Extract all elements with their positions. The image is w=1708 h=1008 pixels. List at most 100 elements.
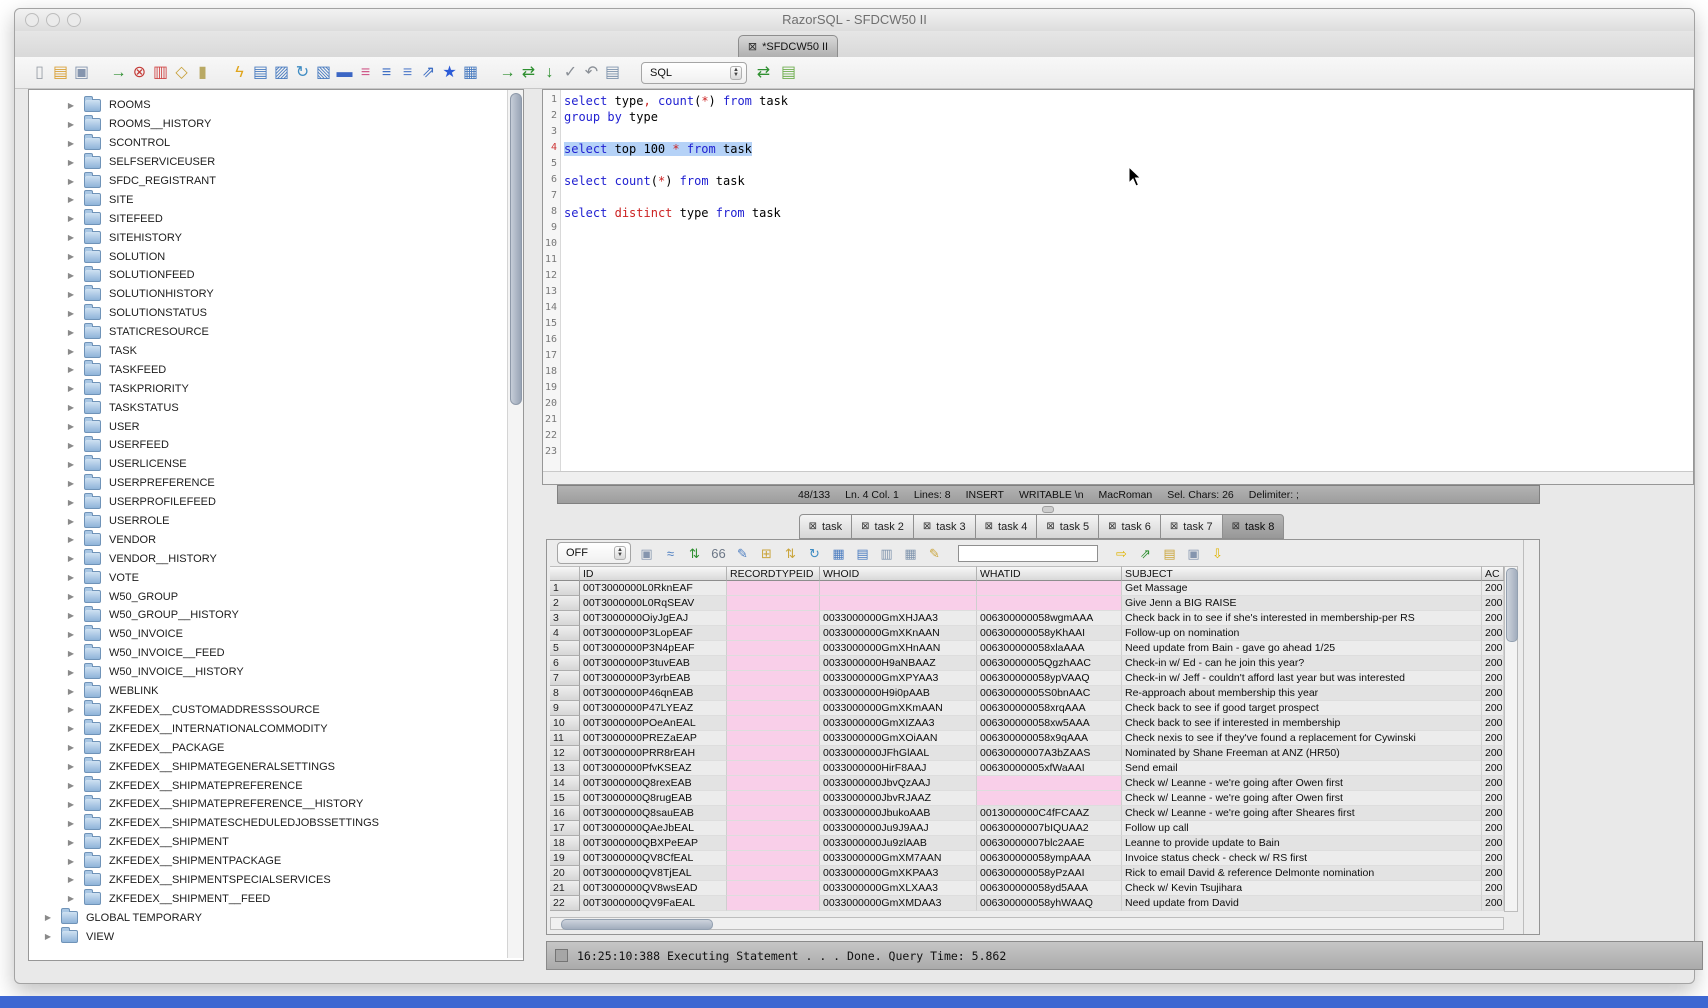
cell-id[interactable]: 00T3000000Q8rugEAB <box>580 791 727 806</box>
sidebar-scrollbar[interactable] <box>507 90 523 958</box>
column-header-AC[interactable]: AC <box>1482 566 1504 581</box>
expand-triangle-icon[interactable]: ▶ <box>64 705 78 714</box>
table-row[interactable]: 1900T3000000QV8CfEAL0033000000GmXM7AAN00… <box>550 851 1504 866</box>
tree-item-zkfedex-shipmentpackage[interactable]: ▶ZKFEDEX__SHIPMENTPACKAGE <box>29 852 507 871</box>
expand-triangle-icon[interactable]: ▶ <box>64 894 78 903</box>
tree-item-taskpriority[interactable]: ▶TASKPRIORITY <box>29 379 507 398</box>
column-header-WHATID[interactable]: WHATID <box>977 566 1122 581</box>
cell-whoid[interactable] <box>820 581 977 596</box>
save-results-icon[interactable]: ▣ <box>638 547 655 560</box>
cell-ac[interactable]: 200 <box>1482 626 1504 641</box>
cell-rownum[interactable]: 11 <box>550 731 580 746</box>
cell-id[interactable]: 00T3000000P3tuvEAB <box>580 656 727 671</box>
connect-icon[interactable]: → <box>108 65 129 81</box>
column-header-rownum[interactable] <box>550 566 580 581</box>
table-row[interactable]: 300T3000000OiyJgEAJ0033000000GmXHJAA3006… <box>550 611 1504 626</box>
cell-ac[interactable]: 200 <box>1482 866 1504 881</box>
help-book-icon[interactable]: ▬ <box>334 65 355 81</box>
cell-id[interactable]: 00T3000000OiyJgEAJ <box>580 611 727 626</box>
expand-triangle-icon[interactable]: ▶ <box>64 573 78 582</box>
column-header-ID[interactable]: ID <box>580 566 727 581</box>
results-hscrollbar[interactable] <box>550 917 1504 930</box>
splitter-handle[interactable] <box>1042 506 1054 513</box>
cell-recordtypeid[interactable] <box>727 806 820 821</box>
tree-item-zkfedex-shipment-feed[interactable]: ▶ZKFEDEX__SHIPMENT__FEED <box>29 889 507 908</box>
tree-item-vendor-history[interactable]: ▶VENDOR__HISTORY <box>29 549 507 568</box>
tree-item-w50-invoice[interactable]: ▶W50_INVOICE <box>29 625 507 644</box>
editor-line[interactable]: 1select type, count(*) from task <box>543 94 1693 110</box>
cell-whatid[interactable]: 006300000058xlaAAA <box>977 641 1122 656</box>
cell-ac[interactable]: 200 <box>1482 671 1504 686</box>
tree-item-zkfedex-internationalcommodity[interactable]: ▶ZKFEDEX__INTERNATIONALCOMMODITY <box>29 719 507 738</box>
cell-subject[interactable]: Check back to see if interested in membe… <box>1122 716 1482 731</box>
tree-item-w50-invoice-feed[interactable]: ▶W50_INVOICE__FEED <box>29 644 507 663</box>
cell-rownum[interactable]: 4 <box>550 626 580 641</box>
editor-line[interactable]: 23 <box>543 446 1693 462</box>
cell-id[interactable]: 00T3000000Q8rexEAB <box>580 776 727 791</box>
stepper-icon[interactable]: ▲▼ <box>730 66 742 80</box>
tree-item-zkfedex-package[interactable]: ▶ZKFEDEX__PACKAGE <box>29 738 507 757</box>
cell-whatid[interactable]: 00630000007A3bZAAS <box>977 746 1122 761</box>
cell-rownum[interactable]: 16 <box>550 806 580 821</box>
view-row-icon[interactable]: 66 <box>710 547 727 560</box>
cell-id[interactable]: 00T3000000P46qnEAB <box>580 686 727 701</box>
cell-subject[interactable]: Give Jenn a BIG RAISE <box>1122 596 1482 611</box>
tree-item-global-temporary[interactable]: ▶GLOBAL TEMPORARY <box>29 908 507 927</box>
tree-item-zkfedex-shipmatescheduledjobssettings[interactable]: ▶ZKFEDEX__SHIPMATESCHEDULEDJOBSSETTINGS <box>29 814 507 833</box>
tab-close-icon[interactable]: ⊠ <box>748 42 757 53</box>
cell-recordtypeid[interactable] <box>727 656 820 671</box>
cell-subject[interactable]: Rick to email David & reference Delmonte… <box>1122 866 1482 881</box>
cell-rownum[interactable]: 10 <box>550 716 580 731</box>
cell-whoid[interactable] <box>820 596 977 611</box>
cell-whoid[interactable]: 0033000000JbukoAAB <box>820 806 977 821</box>
grid-options-icon[interactable]: ▦ <box>830 547 847 560</box>
tree-item-zkfedex-shipmatepreference[interactable]: ▶ZKFEDEX__SHIPMATEPREFERENCE <box>29 776 507 795</box>
tree-item-userlicense[interactable]: ▶USERLICENSE <box>29 455 507 474</box>
tab-close-icon[interactable]: ⊠ <box>923 521 931 532</box>
copy-grid-icon[interactable]: ▦ <box>902 547 919 560</box>
cell-id[interactable]: 00T3000000PREZaEAP <box>580 731 727 746</box>
cell-whatid[interactable]: 006300000058x9qAAA <box>977 731 1122 746</box>
cell-rownum[interactable]: 2 <box>550 596 580 611</box>
result-tab-task-4[interactable]: ⊠task 4 <box>975 514 1038 539</box>
cell-id[interactable]: 00T3000000QV8TjEAL <box>580 866 727 881</box>
cell-subject[interactable]: Follow-up on nomination <box>1122 626 1482 641</box>
cell-subject[interactable]: Check back in to see if she's interested… <box>1122 611 1482 626</box>
expand-triangle-icon[interactable]: ▶ <box>64 233 78 242</box>
cell-recordtypeid[interactable] <box>727 881 820 896</box>
tree-item-sitehistory[interactable]: ▶SITEHISTORY <box>29 228 507 247</box>
edit-cell-icon[interactable]: ✎ <box>734 547 751 560</box>
cell-subject[interactable]: Check w/ Leanne - we're going after Owen… <box>1122 776 1482 791</box>
describe-table-icon[interactable]: ▤ <box>250 65 271 81</box>
table-row[interactable]: 900T3000000P47LYEAZ0033000000GmXKmAAN006… <box>550 701 1504 716</box>
editor-line[interactable]: 20 <box>543 398 1693 414</box>
cell-rownum[interactable]: 9 <box>550 701 580 716</box>
expand-triangle-icon[interactable]: ▶ <box>64 252 78 261</box>
cell-id[interactable]: 00T3000000L0RqSEAV <box>580 596 727 611</box>
tree-item-w50-invoice-history[interactable]: ▶W50_INVOICE__HISTORY <box>29 663 507 682</box>
cell-recordtypeid[interactable] <box>727 581 820 596</box>
cell-recordtypeid[interactable] <box>727 671 820 686</box>
cell-id[interactable]: 00T3000000P3yrbEAB <box>580 671 727 686</box>
cell-ac[interactable]: 200 <box>1482 881 1504 896</box>
results-search-input[interactable] <box>958 545 1098 562</box>
result-tab-task[interactable]: ⊠task <box>799 514 853 539</box>
column-header-WHOID[interactable]: WHOID <box>820 566 977 581</box>
cell-whoid[interactable]: 0033000000GmXKPAA3 <box>820 866 977 881</box>
editor-line[interactable]: 2group by type <box>543 110 1693 126</box>
row-limit-select[interactable]: OFF ▲▼ <box>557 542 631 564</box>
cell-subject[interactable]: Leanne to provide update to Bain <box>1122 836 1482 851</box>
cell-whatid[interactable]: 006300000058yKhAAI <box>977 626 1122 641</box>
cell-whatid[interactable]: 0013000000C4fFCAAZ <box>977 806 1122 821</box>
tree-item-selfserviceuser[interactable]: ▶SELFSERVICEUSER <box>29 153 507 172</box>
tree-item-site[interactable]: ▶SITE <box>29 190 507 209</box>
result-tab-task-7[interactable]: ⊠task 7 <box>1160 514 1223 539</box>
cell-subject[interactable]: Invoice status check - check w/ RS first <box>1122 851 1482 866</box>
tree-item-weblink[interactable]: ▶WEBLINK <box>29 682 507 701</box>
cell-rownum[interactable]: 20 <box>550 866 580 881</box>
cell-whoid[interactable]: 0033000000Ju9J9AAJ <box>820 821 977 836</box>
cell-whoid[interactable]: 0033000000H9i0pAAB <box>820 686 977 701</box>
table-row[interactable]: 1700T3000000QAeJbEAL0033000000Ju9J9AAJ00… <box>550 821 1504 836</box>
notes-icon[interactable]: ▤ <box>1161 547 1178 560</box>
cell-recordtypeid[interactable] <box>727 866 820 881</box>
